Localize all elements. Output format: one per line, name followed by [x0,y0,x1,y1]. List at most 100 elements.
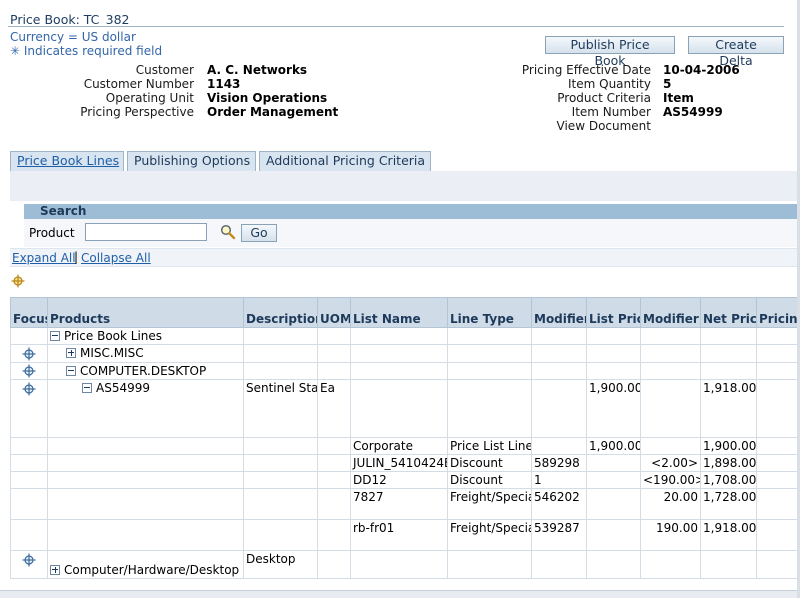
expand-node-icon[interactable] [66,348,76,358]
customer-number-value: 1143 [207,77,241,91]
list-price-cell: 1,900.00 [586,437,641,455]
uom-cell [317,471,351,489]
column-header-uom: UOM [317,297,351,328]
view-document-label[interactable]: View Document [557,119,651,133]
tab-content-band [10,171,800,201]
list-name-cell: 7827 [350,488,448,520]
focus-cell [10,437,48,455]
column-header-modifier-line: Modifier Line [531,297,587,328]
column-header-list-name: List Name [350,297,448,328]
modifier-line-cell: 589298 [531,454,587,472]
page-title: Price Book: TC_382 [10,12,130,27]
modifier-value-cell [640,361,701,380]
column-header-focus: Focus [10,297,48,328]
modifier-line-cell [531,550,587,579]
product-search-input[interactable] [85,223,207,241]
product-name[interactable]: AS54999 [96,381,150,395]
modifier-line-cell [531,379,587,438]
go-button[interactable]: Go [241,224,277,242]
table-row: Corporate Price List Line 1,900.00 1,900.00 [10,437,800,455]
modifier-line-cell [531,437,587,455]
product-cell: AS54999 [47,379,244,438]
description-cell [243,361,318,380]
product-cell [47,488,244,520]
product-criteria-label: Product Criteria [557,91,651,105]
description-cell: Desktop [243,550,318,579]
link-separator: | [74,250,79,264]
magnifier-icon[interactable] [220,224,236,240]
product-name[interactable]: MISC.MISC [80,346,144,360]
tab-publishing-options[interactable]: Publishing Options [127,151,256,171]
tab-additional-pricing-criteria[interactable]: Additional Pricing Criteria [259,151,431,171]
net-price-cell: 1,918.00 [700,519,757,551]
focus-cell [10,519,48,551]
list-price-cell: 1,900.00 [586,379,641,438]
item-number-label: Item Number [571,105,651,119]
line-type-cell: Freight/Special Charge [447,488,532,520]
line-type-cell [447,550,532,579]
modifier-value-cell: 20.00 [640,488,701,520]
horizontal-scrollbar[interactable] [0,590,800,598]
description-cell [243,454,318,472]
expand-node-icon[interactable] [50,565,60,575]
list-name-cell [350,327,448,345]
line-type-cell: Price List Line [447,437,532,455]
focus-crosshair-icon[interactable] [22,364,36,378]
net-price-cell: 1,708.00 [700,471,757,489]
column-header-description: Description [243,297,318,328]
publish-price-book-button[interactable]: Publish Price Book [545,36,675,68]
net-price-cell: 1,900.00 [700,437,757,455]
list-price-cell [586,519,641,551]
table-row: DD12 Discount 1 <190.00> 1,708.00 [10,471,800,489]
product-cell [47,454,244,472]
collapse-node-icon[interactable] [66,365,76,376]
required-field-note: ✳ Indicates required field [10,44,163,58]
description-cell [243,471,318,489]
description-cell: Sentinel Standard Desktop - Rugged [243,379,318,438]
list-name-cell: rb-fr01 [350,519,448,551]
create-delta-button[interactable]: Create Delta [688,36,784,68]
modifier-value-cell [640,344,701,363]
product-name[interactable]: Computer/Hardware/Desktop [64,563,239,577]
table-row: COMPUTER.DESKTOP [10,361,800,380]
operating-unit-value: Vision Operations [207,91,328,105]
table-header-row: Focus Products Description UOM List Name… [10,297,800,328]
collapse-node-icon[interactable] [82,383,92,393]
description-cell [243,437,318,455]
line-type-cell: Discount [447,471,532,489]
pricing-attribute-cell [756,471,800,489]
modifier-value-cell: <190.00> [640,471,701,489]
focus-cell [10,471,48,489]
column-header-pricing-attribute: Pricing Attribu [756,297,800,328]
customer-value: A. C. Networks [207,63,308,77]
focus-crosshair-icon[interactable] [22,382,36,396]
focus-crosshair-icon[interactable] [22,347,36,361]
table-row: Price Book Lines [10,327,800,345]
modifier-line-cell [531,327,587,345]
uom-cell [317,344,351,363]
focus-crosshair-icon[interactable] [22,553,36,567]
focus-crosshair-icon[interactable] [11,274,25,288]
modifier-line-cell [531,344,587,363]
collapse-all-link[interactable]: Collapse All [81,251,151,265]
product-name[interactable]: Price Book Lines [64,329,162,343]
modifier-value-cell [640,437,701,455]
list-price-cell [586,471,641,489]
net-price-cell [700,344,757,363]
uom-cell [317,519,351,551]
list-name-cell: JULIN_5410424B [350,454,448,472]
product-name[interactable]: COMPUTER.DESKTOP [80,364,206,378]
collapse-node-icon[interactable] [50,331,60,341]
pricing-attribute-cell [756,327,800,345]
list-name-cell [350,379,448,438]
uom-cell [317,361,351,380]
pricing-attribute-cell [756,361,800,380]
tab-price-book-lines[interactable]: Price Book Lines [10,151,124,171]
title-divider [8,26,784,27]
focus-cell [10,327,48,345]
description-cell [243,519,318,551]
list-name-cell: DD12 [350,471,448,489]
list-name-cell: Corporate [350,437,448,455]
line-type-cell: Discount [447,454,532,472]
expand-all-link[interactable]: Expand All [12,251,76,265]
